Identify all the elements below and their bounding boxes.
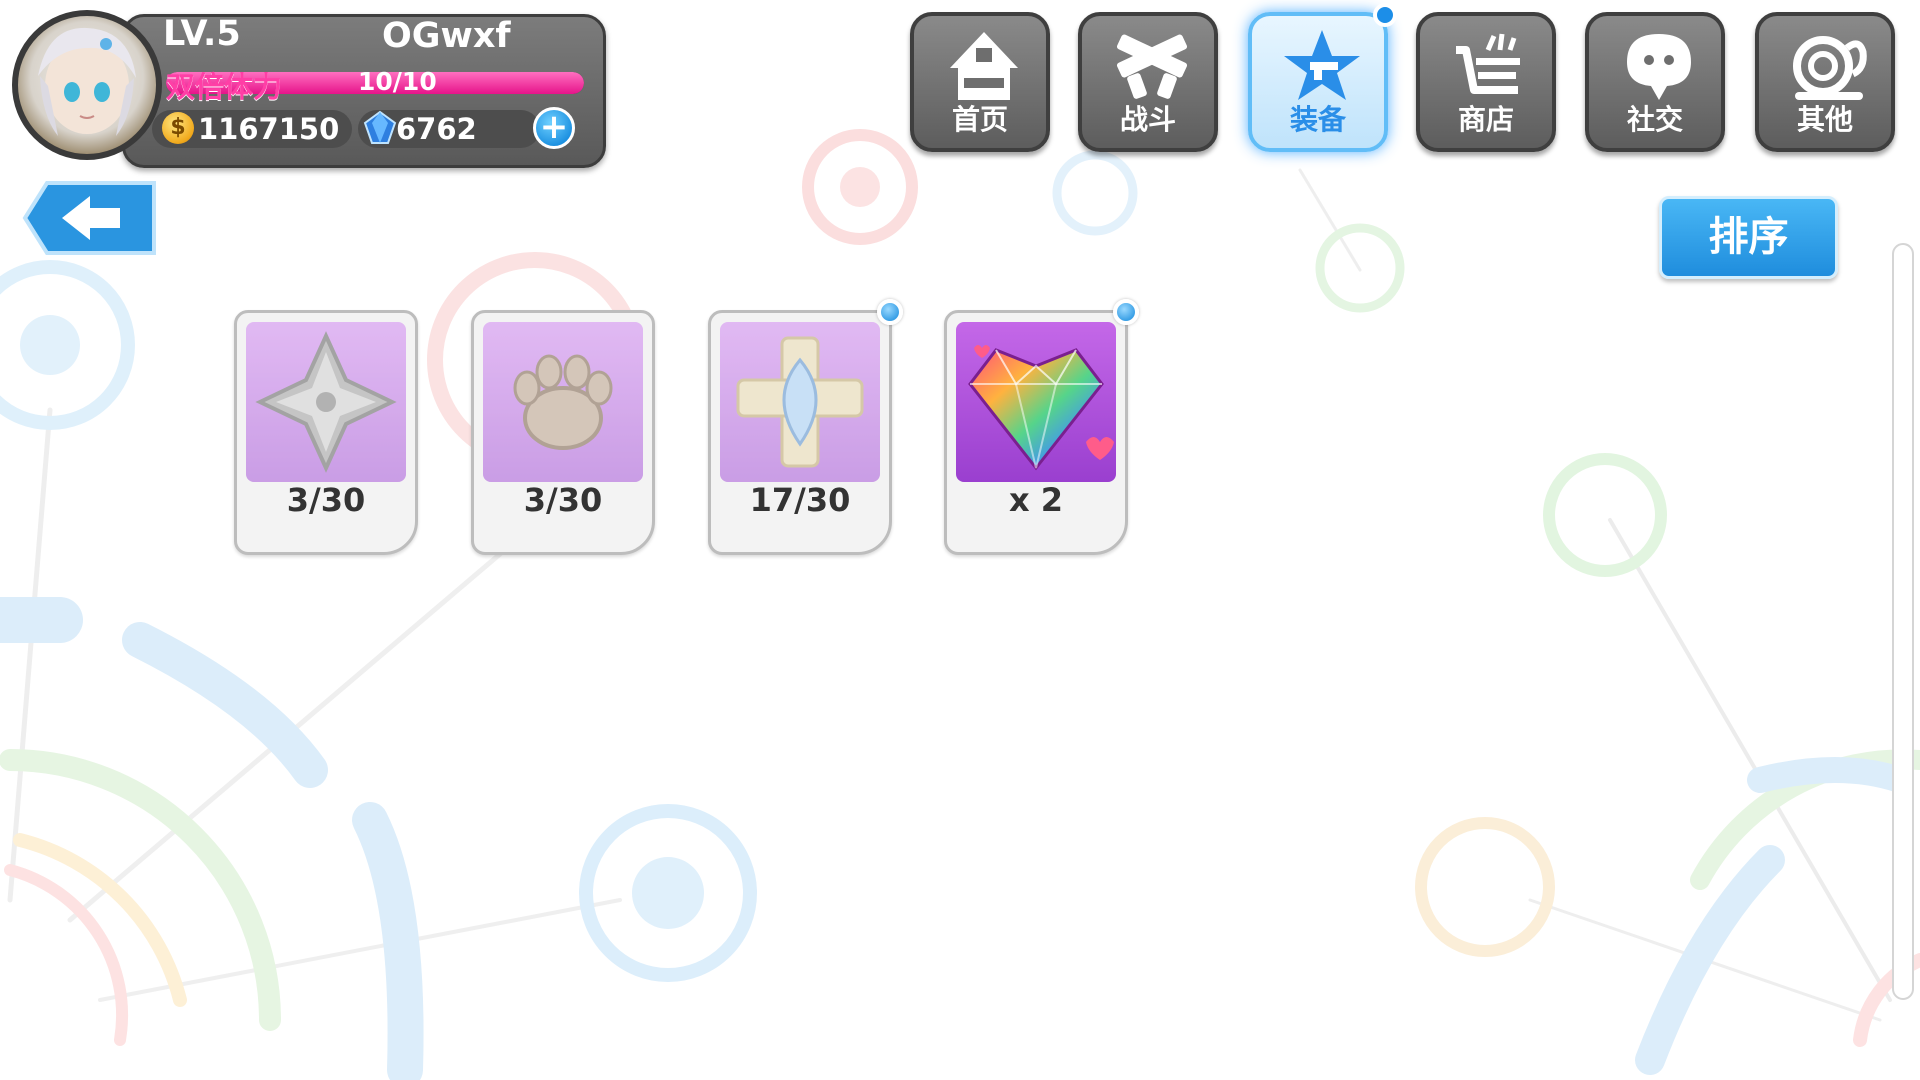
gem-amount: 6762 bbox=[396, 112, 477, 146]
item-count: 17/30 bbox=[749, 481, 851, 519]
sort-button[interactable]: 排序 bbox=[1659, 196, 1838, 279]
item-card[interactable]: 3/30 bbox=[471, 310, 655, 555]
player-avatar[interactable] bbox=[12, 10, 162, 160]
player-level: LV.5 bbox=[163, 14, 241, 54]
item-count: 3/30 bbox=[286, 481, 366, 519]
crystal-cross-icon bbox=[736, 336, 864, 468]
nav-social-button[interactable]: 社交 bbox=[1585, 12, 1725, 152]
avatar-portrait-icon bbox=[38, 27, 136, 136]
item-card[interactable]: 17/30 bbox=[708, 299, 903, 555]
nav-battle-label: 战斗 bbox=[1119, 103, 1176, 136]
nav-home-label: 首页 bbox=[951, 103, 1008, 136]
nav-other-label: 其他 bbox=[1796, 103, 1853, 136]
nav-shop-label: 商店 bbox=[1457, 103, 1514, 136]
chat-bubble-icon bbox=[1627, 34, 1691, 100]
scrollbar[interactable] bbox=[1892, 243, 1914, 1000]
nav-equipment-label: 装备 bbox=[1289, 103, 1346, 136]
nav-equipment-button[interactable]: 装备 bbox=[1248, 12, 1388, 152]
nav-shop-button[interactable]: 商店 bbox=[1416, 12, 1556, 152]
item-image bbox=[956, 322, 1116, 482]
gold-amount: 1167150 bbox=[198, 112, 340, 146]
item-image bbox=[483, 322, 643, 482]
stamina-value: 10/10 bbox=[358, 67, 437, 96]
item-image bbox=[720, 322, 880, 482]
add-currency-button[interactable]: + bbox=[533, 107, 575, 149]
back-button[interactable] bbox=[22, 180, 157, 256]
crossed-guns-icon bbox=[1116, 34, 1188, 99]
gold-coin-icon: $ bbox=[162, 112, 194, 144]
new-badge bbox=[877, 299, 903, 325]
paw-print-icon bbox=[513, 354, 613, 450]
item-count: 3/30 bbox=[523, 481, 603, 519]
rainbow-heart-gem-icon bbox=[968, 345, 1114, 471]
player-name: OGwxf bbox=[382, 16, 511, 56]
shopping-cart-icon bbox=[1456, 33, 1520, 94]
snail-icon bbox=[1793, 36, 1867, 100]
nav-social-label: 社交 bbox=[1626, 103, 1683, 136]
item-card[interactable]: 3/30 bbox=[234, 310, 418, 555]
item-count: x 2 bbox=[1008, 481, 1064, 519]
item-image bbox=[246, 322, 406, 482]
nav-battle-button[interactable]: 战斗 bbox=[1078, 12, 1218, 152]
star-gun-icon bbox=[1284, 30, 1360, 100]
blue-gem-icon bbox=[363, 110, 397, 144]
stamina-label: 双倍体力 bbox=[166, 70, 283, 104]
new-badge bbox=[1113, 299, 1139, 325]
item-card[interactable]: x 2 bbox=[944, 299, 1139, 555]
nav-notification-dot bbox=[1373, 3, 1397, 27]
nav-other-button[interactable]: 其他 bbox=[1755, 12, 1895, 152]
equipment-screen: LV.5 OGwxf 双倍体力 10/10 $ 1167150 6762 + 首… bbox=[0, 0, 1920, 1080]
silver-cross-icon bbox=[255, 331, 397, 473]
nav-home-button[interactable]: 首页 bbox=[910, 12, 1050, 152]
house-icon bbox=[950, 32, 1018, 100]
